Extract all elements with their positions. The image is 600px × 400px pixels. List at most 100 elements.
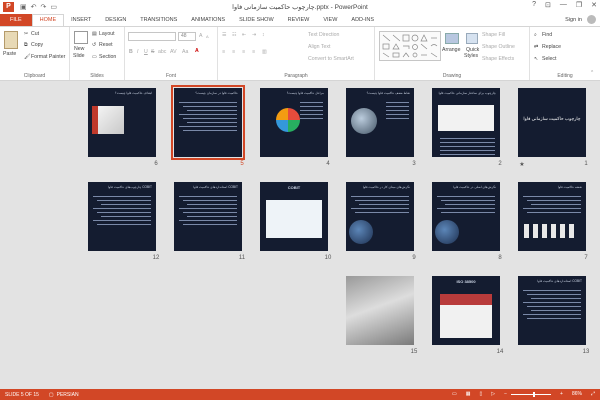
new-slide-button[interactable]: New	[74, 46, 84, 52]
shape-effects-button[interactable]: Shape Effects	[482, 56, 514, 62]
slide-thumbnail-6[interactable]: اهداف حاکمیت فاوا چیست؟	[88, 88, 156, 157]
grow-font-button[interactable]: A	[199, 33, 202, 39]
slide-thumbnail-14[interactable]: ISO 38500	[432, 276, 500, 345]
zoom-slider[interactable]	[511, 391, 552, 397]
slide-thumbnail-5[interactable]: حاکمیت فاوا در سازمان چیست؟	[171, 85, 245, 160]
arrange-icon[interactable]	[445, 33, 459, 44]
character-spacing-button[interactable]: AV	[170, 49, 177, 55]
zoom-level[interactable]: 86%	[572, 391, 582, 397]
slide-thumbnail-9[interactable]: نگرش‌های مبنای کار در حاکمیت فاوا	[346, 182, 414, 251]
font-color-icon[interactable]: A	[195, 48, 199, 54]
cut-icon[interactable]: ✂	[24, 31, 28, 37]
font-name-input[interactable]	[128, 32, 176, 41]
new-slide-icon[interactable]	[74, 31, 88, 44]
section-button[interactable]: Section	[99, 54, 116, 60]
replace-icon[interactable]: ⇄	[534, 44, 538, 50]
tab-design[interactable]: DESIGN	[98, 14, 133, 26]
layout-button[interactable]: Layout	[99, 31, 115, 37]
replace-button[interactable]: Replace	[542, 44, 561, 50]
format-painter-button[interactable]: Format Painter	[31, 54, 65, 60]
shadow-button[interactable]: abc	[158, 49, 166, 55]
tab-slide-show[interactable]: SLIDE SHOW	[232, 14, 281, 26]
sign-in-link[interactable]: Sign in	[565, 17, 582, 23]
reset-button[interactable]: Reset	[99, 42, 113, 48]
slide-thumbnail-13[interactable]: استانداردهای حاکمیت فاوا COBIT	[518, 276, 586, 345]
select-button[interactable]: Select	[542, 56, 556, 62]
find-button[interactable]: Find	[542, 32, 552, 38]
ribbon-display-icon[interactable]: ⊡	[545, 1, 551, 9]
slide-thumbnail-1[interactable]: چارچوب حاکمیت سازمانی فاوا	[518, 88, 586, 157]
slide-thumbnail-4[interactable]: مراحل حاکمیت فاوا چیست؟	[260, 88, 328, 157]
font-size-input[interactable]: 48	[178, 32, 196, 41]
slide-thumbnail-10[interactable]: COBIT	[260, 182, 328, 251]
numbering-icon[interactable]: ☷	[232, 32, 237, 38]
slide-thumbnail-15[interactable]	[346, 276, 414, 345]
underline-button[interactable]: U	[144, 49, 148, 55]
select-icon[interactable]: ↖	[534, 56, 538, 62]
change-case-button[interactable]: Aa	[182, 49, 188, 55]
reading-view-icon[interactable]: ▯	[480, 391, 483, 397]
new-slide-button-line2[interactable]: Slide	[73, 53, 85, 59]
bold-button[interactable]: B	[129, 49, 133, 55]
paste-icon[interactable]	[4, 31, 18, 49]
normal-view-icon[interactable]: ▭	[452, 391, 457, 397]
transition-star-icon[interactable]: ★	[516, 161, 528, 168]
format-painter-icon[interactable]: 🖌	[24, 54, 31, 60]
slide-thumbnail-3[interactable]: نقاط ضعف حاکمیت فاوا چیست؟	[346, 88, 414, 157]
line-spacing-icon[interactable]: ↕	[262, 32, 265, 38]
tab-insert[interactable]: INSERT	[64, 14, 98, 26]
fit-to-window-button[interactable]: ⤢	[591, 391, 595, 397]
zoom-out-button[interactable]: −	[504, 391, 507, 397]
tab-file[interactable]: FILE	[0, 14, 32, 26]
find-icon[interactable]: ⌕	[534, 32, 537, 39]
shape-fill-button[interactable]: Shape Fill	[482, 32, 505, 38]
tab-transitions[interactable]: TRANSITIONS	[133, 14, 184, 26]
columns-icon[interactable]: ▥	[262, 49, 267, 55]
slide-thumbnail-8[interactable]: نگرش‌های اصلی در حاکمیت فاوا	[432, 182, 500, 251]
paste-button[interactable]: Paste	[3, 51, 16, 57]
strikethrough-button[interactable]: S	[151, 49, 154, 55]
minimize-button[interactable]: —	[560, 1, 567, 9]
zoom-in-button[interactable]: +	[560, 391, 563, 397]
bullets-icon[interactable]: ☰	[222, 32, 227, 38]
arrange-button[interactable]: Arrange	[442, 47, 460, 53]
tab-animations[interactable]: ANIMATIONS	[184, 14, 232, 26]
justify-icon[interactable]: ≡	[252, 49, 255, 55]
shapes-gallery[interactable]	[379, 31, 441, 61]
align-text-button[interactable]: Align Text	[308, 44, 330, 50]
zoom-slider-knob[interactable]	[532, 391, 535, 397]
section-icon[interactable]: ▭	[92, 54, 97, 60]
align-right-icon[interactable]: ≡	[242, 49, 245, 55]
slide-thumbnail-7[interactable]: نقشه حاکمیت فاوا	[518, 182, 586, 251]
reset-icon[interactable]: ↺	[92, 42, 96, 48]
shape-outline-button[interactable]: Shape Outline	[482, 44, 515, 50]
tab-add-ins[interactable]: ADD-INS	[344, 14, 381, 26]
slide-thumbnail-12[interactable]: چارچوب‌های حاکمیت فاوا COBIT	[88, 182, 156, 251]
language-status[interactable]: PERSIAN	[57, 392, 79, 398]
tab-review[interactable]: REVIEW	[281, 14, 317, 26]
copy-icon[interactable]: ⧉	[24, 42, 28, 49]
slideshow-icon[interactable]: ▷	[491, 391, 495, 397]
slide-thumbnail-2[interactable]: چارچوب برای ساختار سازمانی حاکمیت فاوا	[432, 88, 500, 157]
tab-view[interactable]: VIEW	[316, 14, 344, 26]
user-avatar[interactable]	[587, 15, 596, 24]
cut-button[interactable]: Cut	[31, 31, 39, 37]
increase-indent-icon[interactable]: ⇥	[252, 32, 256, 38]
layout-icon[interactable]: ▤	[92, 31, 97, 37]
shrink-font-button[interactable]: A	[206, 34, 209, 39]
align-center-icon[interactable]: ≡	[232, 49, 235, 55]
text-direction-button[interactable]: Text Direction	[308, 32, 339, 38]
quick-styles-icon[interactable]	[466, 33, 478, 44]
italic-button[interactable]: I	[137, 49, 138, 55]
copy-button[interactable]: Copy	[31, 42, 43, 48]
help-button[interactable]: ?	[532, 1, 536, 9]
quick-styles-button-line2[interactable]: Styles	[464, 53, 478, 59]
slide-thumbnail-11[interactable]: استانداردهای حاکمیت فاوا COBIT	[174, 182, 242, 251]
decrease-indent-icon[interactable]: ⇤	[242, 32, 246, 38]
align-left-icon[interactable]: ≡	[222, 49, 225, 55]
close-button[interactable]: ✕	[591, 1, 597, 9]
restore-button[interactable]: ❐	[576, 1, 582, 9]
slide-sorter-icon[interactable]: ▦	[466, 391, 471, 397]
tab-home[interactable]: HOME	[31, 14, 65, 26]
convert-smartart-button[interactable]: Convert to SmartArt	[308, 56, 354, 62]
